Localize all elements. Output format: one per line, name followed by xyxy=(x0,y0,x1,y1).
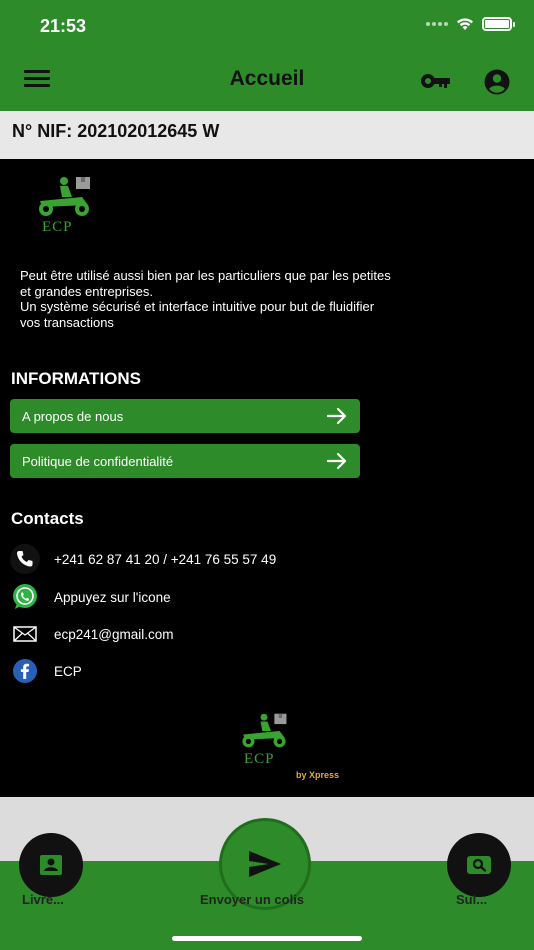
nif-bar: N° NIF: 202102012645 W xyxy=(0,111,534,159)
tab-send-label[interactable]: Envoyer un colis xyxy=(200,892,304,907)
ecp-logo-bottom: ECP xyxy=(236,712,292,772)
contact-facebook[interactable]: ECP xyxy=(10,656,82,686)
privacy-policy-button[interactable]: Politique de confidentialité xyxy=(10,444,360,478)
contact-whatsapp[interactable]: Appuyez sur l'icone xyxy=(10,582,171,612)
logo-text: ECP xyxy=(42,219,73,235)
account-circle-icon[interactable] xyxy=(484,69,510,95)
mail-icon xyxy=(10,619,40,649)
status-time: 21:53 xyxy=(40,16,87,36)
home-indicator xyxy=(172,936,362,941)
tab-deliveries-button[interactable] xyxy=(19,833,83,897)
phone-icon xyxy=(10,544,40,574)
contact-email[interactable]: ecp241@gmail.com xyxy=(10,619,174,649)
battery-icon xyxy=(482,17,515,31)
scooter-icon xyxy=(39,177,90,216)
cellular-signal-icon xyxy=(426,22,448,26)
about-us-label: A propos de nous xyxy=(22,408,124,424)
send-icon xyxy=(249,851,281,877)
scooter-icon xyxy=(242,713,287,748)
arrow-right-icon xyxy=(326,407,347,425)
email-text: ecp241@gmail.com xyxy=(54,626,174,642)
whatsapp-icon xyxy=(10,582,40,612)
tab-tracking-label[interactable]: Sui... xyxy=(456,892,487,907)
about-us-button[interactable]: A propos de nous xyxy=(10,399,360,433)
contacts-heading: Contacts xyxy=(11,509,84,528)
whatsapp-text: Appuyez sur l'icone xyxy=(54,589,171,605)
contact-card-icon xyxy=(40,855,62,875)
key-icon[interactable] xyxy=(420,70,452,92)
tab-deliveries-label[interactable]: Livre... xyxy=(22,892,64,907)
search-card-icon xyxy=(467,856,491,874)
wifi-icon xyxy=(457,18,473,30)
arrow-right-icon xyxy=(326,452,347,470)
privacy-policy-label: Politique de confidentialité xyxy=(22,453,174,469)
tab-tracking-button[interactable] xyxy=(447,833,511,897)
facebook-text: ECP xyxy=(54,663,82,679)
page-title: Accueil xyxy=(229,67,305,90)
app-description: Peut être utilisé aussi bien par les par… xyxy=(20,268,391,330)
app-header: 21:53 Accueil xyxy=(0,0,534,111)
by-xpress-text: by Xpress xyxy=(296,770,340,780)
contact-phone[interactable]: +241 62 87 41 20 / +241 76 55 57 49 xyxy=(10,544,276,574)
status-icons xyxy=(426,17,515,31)
ecp-logo: ECP xyxy=(32,175,96,239)
logo-text: ECP xyxy=(244,751,275,767)
phone-text: +241 62 87 41 20 / +241 76 55 57 49 xyxy=(54,551,277,567)
informations-heading: INFORMATIONS xyxy=(11,369,142,388)
facebook-icon xyxy=(10,656,40,686)
